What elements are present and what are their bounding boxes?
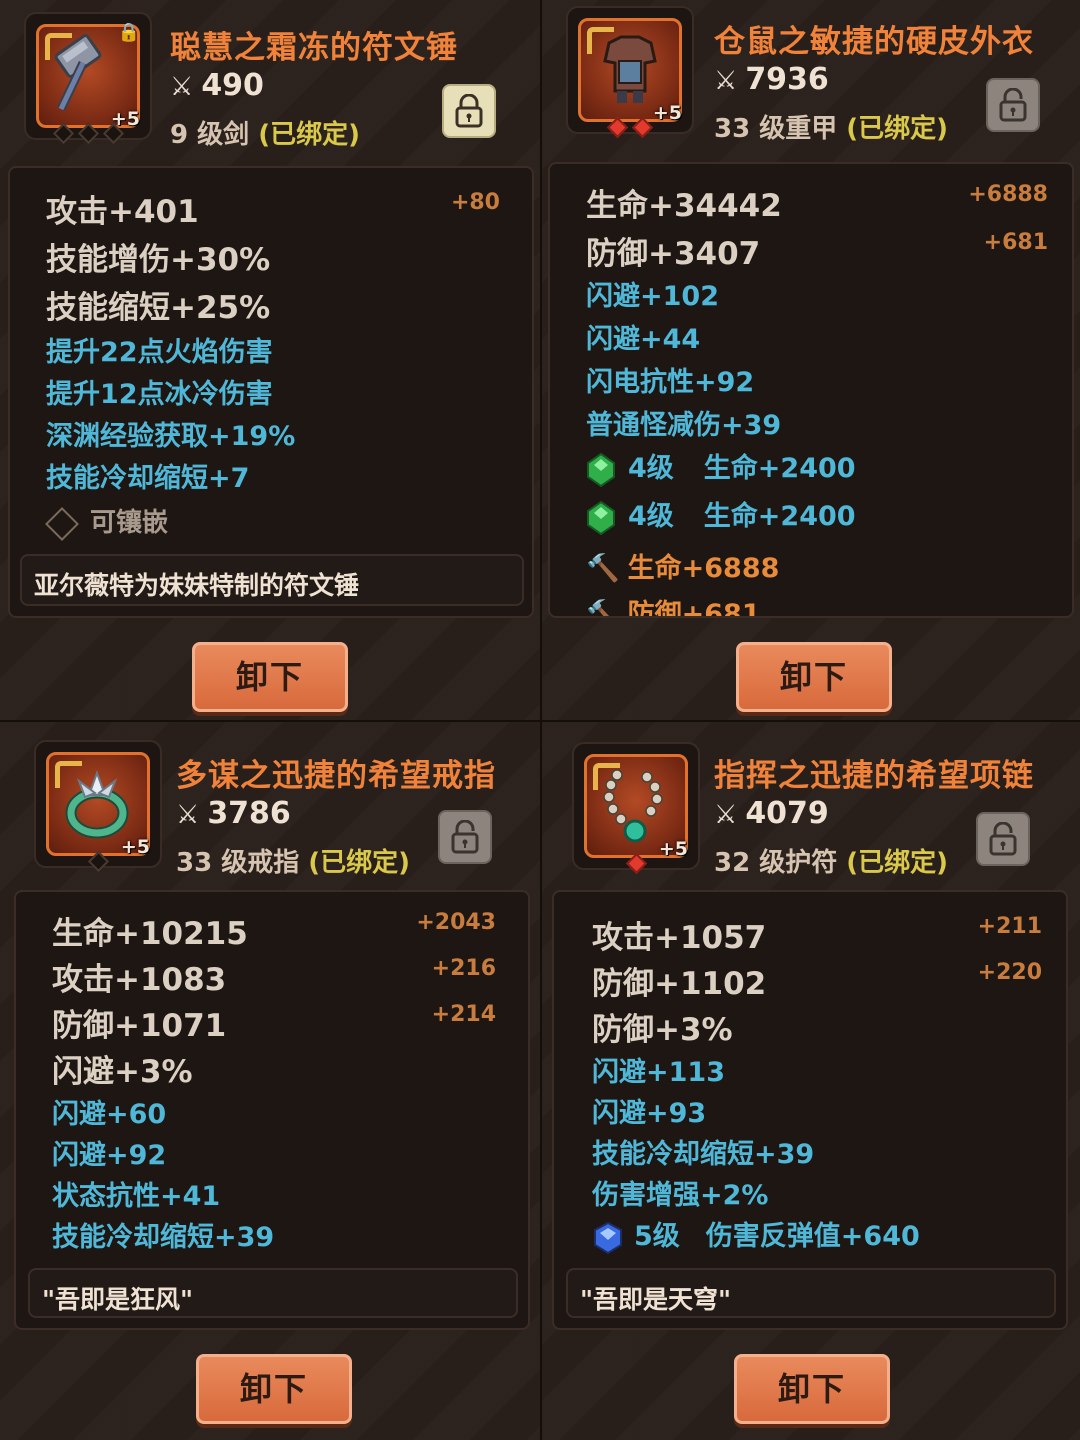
green-gem-icon xyxy=(587,452,615,487)
stat-bonus: +2043 xyxy=(416,910,496,935)
item-icon-slot[interactable]: +5 xyxy=(566,6,694,139)
socket-row: 可镶嵌 xyxy=(45,502,168,541)
sub-stat: 普通怪减伤+39 xyxy=(586,410,782,441)
stat-bonus: +214 xyxy=(431,1002,496,1027)
item-name: 聪慧之霜冻的符文锤 xyxy=(170,30,458,66)
item-card-ring: +5 多谋之迅捷的希望戒指 ⚔ 3786 33 级戒指 (已绑定) 生命+1021… xyxy=(0,722,540,1440)
sub-stat: 闪避+60 xyxy=(52,1099,167,1130)
main-stat: 生命+10215 xyxy=(52,916,248,952)
sub-stat: 状态抗性+41 xyxy=(52,1181,221,1212)
socket-dots xyxy=(26,122,150,145)
sub-stat: 技能冷却缩短+7 xyxy=(46,463,250,494)
sub-stat: 闪避+102 xyxy=(586,281,719,312)
forge-stat: 🔨 生命+6888 xyxy=(586,553,780,584)
socket-dots xyxy=(574,852,698,875)
stat-panel[interactable]: 生命+10215 +2043 攻击+1083 +216 防御+1071 +214… xyxy=(14,890,530,1330)
sub-stat: 闪电抗性+92 xyxy=(586,367,755,398)
lock-toggle-button[interactable] xyxy=(442,84,496,138)
level-type: 33 级戒指 (已绑定) xyxy=(176,848,411,878)
stat-panel[interactable]: 攻击+401 +80 技能增伤+30% 技能缩短+25% 提升22点火焰伤害 提… xyxy=(8,166,534,618)
main-stat: 攻击+1057 xyxy=(592,920,767,956)
blue-gem-icon xyxy=(594,1221,622,1254)
item-description: "吾即是天穹" xyxy=(566,1268,1056,1318)
sub-stat: 闪避+44 xyxy=(586,324,701,355)
main-stat: 技能缩短+25% xyxy=(46,290,271,326)
stat-bonus: +80 xyxy=(450,190,500,215)
main-stat: 防御+1102 xyxy=(592,966,767,1002)
padlock-open-icon xyxy=(989,822,1017,856)
main-stat: 防御+3407 xyxy=(586,236,761,272)
socket-dots xyxy=(568,116,692,139)
sub-stat: 伤害增强+2% xyxy=(592,1180,769,1211)
forge-hammer-icon: 🔨 xyxy=(586,553,620,584)
stat-bonus: +681 xyxy=(983,230,1048,255)
sub-stat: 提升12点冰冷伤害 xyxy=(46,379,273,410)
socket-dots xyxy=(36,850,160,873)
item-icon-slot[interactable]: 🔒 +5 xyxy=(24,12,152,145)
lock-icon: 🔒 xyxy=(117,22,140,43)
stat-panel[interactable]: 生命+34442 +6888 防御+3407 +681 闪避+102 闪避+44… xyxy=(548,162,1074,618)
item-name: 多谋之迅捷的希望戒指 xyxy=(176,758,496,794)
crossed-swords-icon: ⚔ xyxy=(714,800,738,830)
lock-toggle-button[interactable] xyxy=(976,812,1030,866)
item-name: 指挥之迅捷的希望项链 xyxy=(714,758,1034,794)
item-name: 仓鼠之敏捷的硬皮外衣 xyxy=(714,24,1034,60)
gem-row: 4级 生命+2400 xyxy=(586,446,856,487)
crossed-swords-icon: ⚔ xyxy=(170,72,194,102)
main-stat: 攻击+401 xyxy=(46,194,199,230)
sub-stat: 技能冷却缩短+39 xyxy=(52,1222,275,1253)
main-stat: 技能增伤+30% xyxy=(46,242,271,278)
power-value: ⚔ 3786 xyxy=(176,796,291,831)
empty-socket-icon xyxy=(45,506,79,541)
forge-hammer-icon: 🔨 xyxy=(586,599,620,618)
sub-stat: 提升22点火焰伤害 xyxy=(46,337,273,368)
unequip-button[interactable]: 卸下 xyxy=(196,1354,352,1424)
main-stat: 攻击+1083 xyxy=(52,962,227,998)
main-stat: 生命+34442 xyxy=(586,188,782,224)
item-description: 亚尔薇特为妹妹特制的符文锤 xyxy=(20,554,524,606)
power-value: ⚔ 4079 xyxy=(714,796,829,831)
forge-stat: 🔨 防御+681 xyxy=(586,592,761,618)
main-stat: 闪避+3% xyxy=(52,1054,193,1090)
item-card-necklace: +5 指挥之迅捷的希望项链 ⚔ 4079 32 级护符 (已绑定) 攻击+1057… xyxy=(542,722,1080,1440)
stat-bonus: +211 xyxy=(977,914,1042,939)
sub-stat: 闪避+113 xyxy=(592,1057,725,1088)
item-card-hammer: 🔒 +5 聪慧之霜冻的符文锤 ⚔ 490 9 级剑 (已绑定) 攻击+401 +8… xyxy=(0,0,540,720)
stat-panel[interactable]: 攻击+1057 +211 防御+1102 +220 防御+3% 闪避+113 闪… xyxy=(552,890,1068,1330)
item-icon-slot[interactable]: +5 xyxy=(572,742,700,875)
crossed-swords-icon: ⚔ xyxy=(714,66,738,96)
item-card-armor: +5 仓鼠之敏捷的硬皮外衣 ⚔ 7936 33 级重甲 (已绑定) 生命+3444… xyxy=(542,0,1080,720)
gem-row: 4级 生命+2400 xyxy=(586,494,856,535)
power-value: ⚔ 7936 xyxy=(714,62,829,97)
level-type: 9 级剑 (已绑定) xyxy=(170,120,360,150)
power-value: ⚔ 490 xyxy=(170,68,264,103)
stat-bonus: +220 xyxy=(977,960,1042,985)
crossed-swords-icon: ⚔ xyxy=(176,800,200,830)
lock-toggle-button[interactable] xyxy=(986,78,1040,132)
sub-stat: 技能冷却缩短+39 xyxy=(592,1139,815,1170)
main-stat: 防御+1071 xyxy=(52,1008,227,1044)
unequip-button[interactable]: 卸下 xyxy=(736,642,892,712)
green-gem-icon xyxy=(587,500,615,535)
padlock-open-icon xyxy=(451,820,479,854)
stat-bonus: +216 xyxy=(431,956,496,981)
unequip-button[interactable]: 卸下 xyxy=(734,1354,890,1424)
padlock-closed-icon xyxy=(455,94,483,128)
gem-row: 5级 伤害反弹值+640 xyxy=(592,1214,920,1255)
item-icon-slot[interactable]: +5 xyxy=(34,740,162,873)
sub-stat: 深渊经验获取+19% xyxy=(46,421,296,452)
sub-stat: 闪避+92 xyxy=(52,1140,167,1171)
quadrant-divider xyxy=(0,720,1080,722)
padlock-open-icon xyxy=(999,88,1027,122)
unequip-button[interactable]: 卸下 xyxy=(192,642,348,712)
level-type: 33 级重甲 (已绑定) xyxy=(714,114,949,144)
sub-stat: 闪避+93 xyxy=(592,1098,707,1129)
stat-bonus: +6888 xyxy=(968,182,1048,207)
level-type: 32 级护符 (已绑定) xyxy=(714,848,949,878)
main-stat: 防御+3% xyxy=(592,1012,733,1048)
lock-toggle-button[interactable] xyxy=(438,810,492,864)
item-description: "吾即是狂风" xyxy=(28,1268,518,1318)
